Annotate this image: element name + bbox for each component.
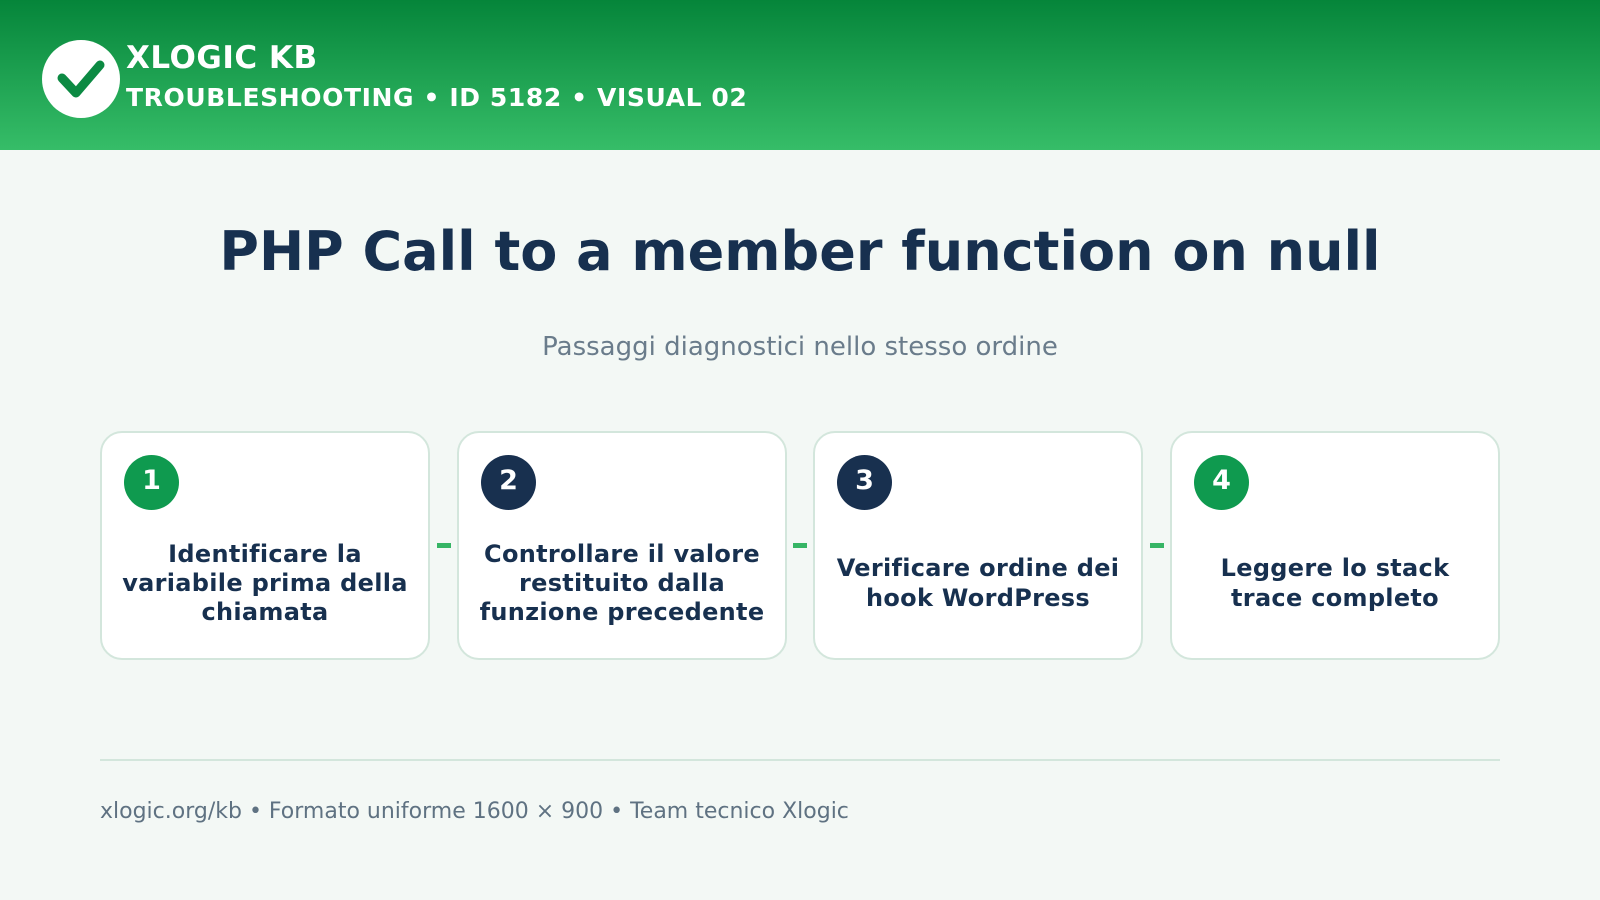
step-text: Identificare la variabile prima della ch… bbox=[122, 539, 408, 627]
check-icon bbox=[42, 40, 120, 118]
step-number-badge: 4 bbox=[1194, 455, 1249, 510]
step-text: Leggere lo stack trace completo bbox=[1220, 554, 1450, 612]
page-title: PHP Call to a member function on null bbox=[219, 220, 1381, 283]
footer-text: xlogic.org/kb • Formato uniforme 1600 × … bbox=[100, 799, 849, 824]
article-meta: TROUBLESHOOTING • ID 5182 • VISUAL 02 bbox=[126, 83, 748, 112]
step-number-badge: 2 bbox=[481, 455, 536, 510]
header-bar: XLOGIC KB TROUBLESHOOTING • ID 5182 • VI… bbox=[0, 0, 1600, 150]
footer-divider bbox=[100, 759, 1500, 761]
step-card-3: 3 Verificare ordine dei hook WordPress bbox=[813, 431, 1143, 660]
step-number-badge: 1 bbox=[124, 455, 179, 510]
step-text: Controllare il valore restituito dalla f… bbox=[479, 539, 765, 627]
step-number-badge: 3 bbox=[837, 455, 892, 510]
step-card-1: 1 Identificare la variabile prima della … bbox=[100, 431, 430, 660]
step-connector bbox=[793, 543, 807, 548]
step-connector bbox=[1150, 543, 1164, 548]
step-connector bbox=[437, 543, 451, 548]
step-card-2: 2 Controllare il valore restituito dalla… bbox=[457, 431, 787, 660]
step-card-4: 4 Leggere lo stack trace completo bbox=[1170, 431, 1500, 660]
step-text: Verificare ordine dei hook WordPress bbox=[836, 554, 1120, 612]
brand-name: XLOGIC KB bbox=[126, 40, 318, 76]
page-subtitle: Passaggi diagnostici nello stesso ordine bbox=[542, 332, 1058, 362]
